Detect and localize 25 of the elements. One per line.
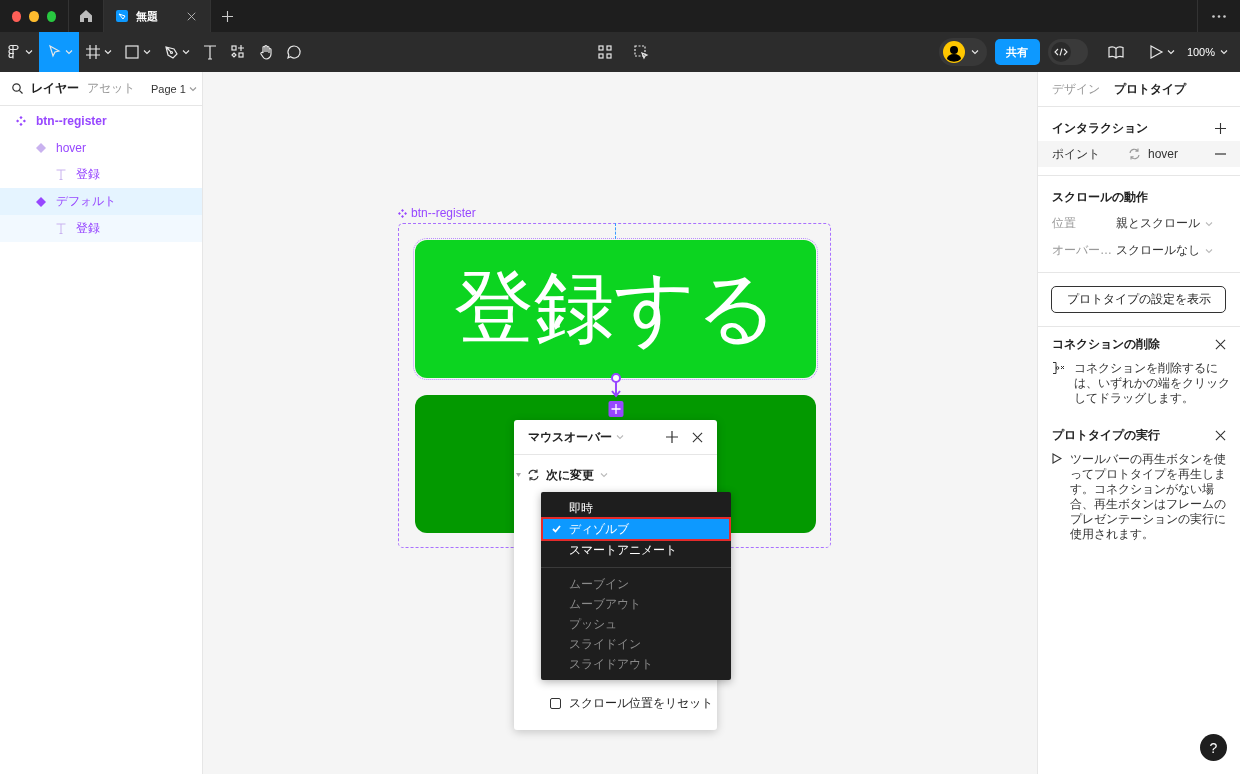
layer-name: 登録	[76, 166, 100, 183]
tab-label: 無題	[136, 8, 159, 24]
layer-name: hover	[56, 140, 87, 155]
section-title: インタラクション	[1052, 119, 1148, 137]
tip-text: コネクションを削除するには、いずれかの端をクリックしてドラッグします。	[1074, 361, 1231, 406]
menu-item: スライドアウト	[568, 655, 654, 673]
menu-item: ムーブアウト	[568, 595, 642, 613]
layer-name: 登録	[76, 220, 100, 237]
trigger-label: ポイント	[1052, 145, 1100, 163]
zoom-level: 100%	[1186, 46, 1215, 58]
field-label: オーバー…	[1052, 242, 1113, 259]
menu-item: プッシュ	[568, 615, 618, 633]
section-title: スクロールの動作	[1052, 188, 1148, 206]
layer-name: デフォルト	[56, 193, 116, 210]
menu-item: スライドイン	[568, 635, 642, 653]
button-label: 登録する	[453, 260, 778, 356]
checkbox-label: スクロール位置をリセット	[569, 695, 713, 712]
tip-text: ツールバーの再生ボタンを使ってプロトタイプを再生します。コネクションがない場合、再生ボタンはフレームのプレゼンテーションの実行に使用されます。	[1070, 452, 1227, 542]
field-label: 位置	[1052, 215, 1077, 232]
section-title: コネクションの削除	[1052, 335, 1160, 353]
action-label: hover	[1148, 147, 1179, 161]
section-title: プロトタイプの実行	[1052, 426, 1160, 444]
page-name: Page 1	[151, 82, 186, 95]
menu-item: ムーブイン	[568, 575, 630, 593]
layer-name: btn--register	[36, 113, 107, 128]
